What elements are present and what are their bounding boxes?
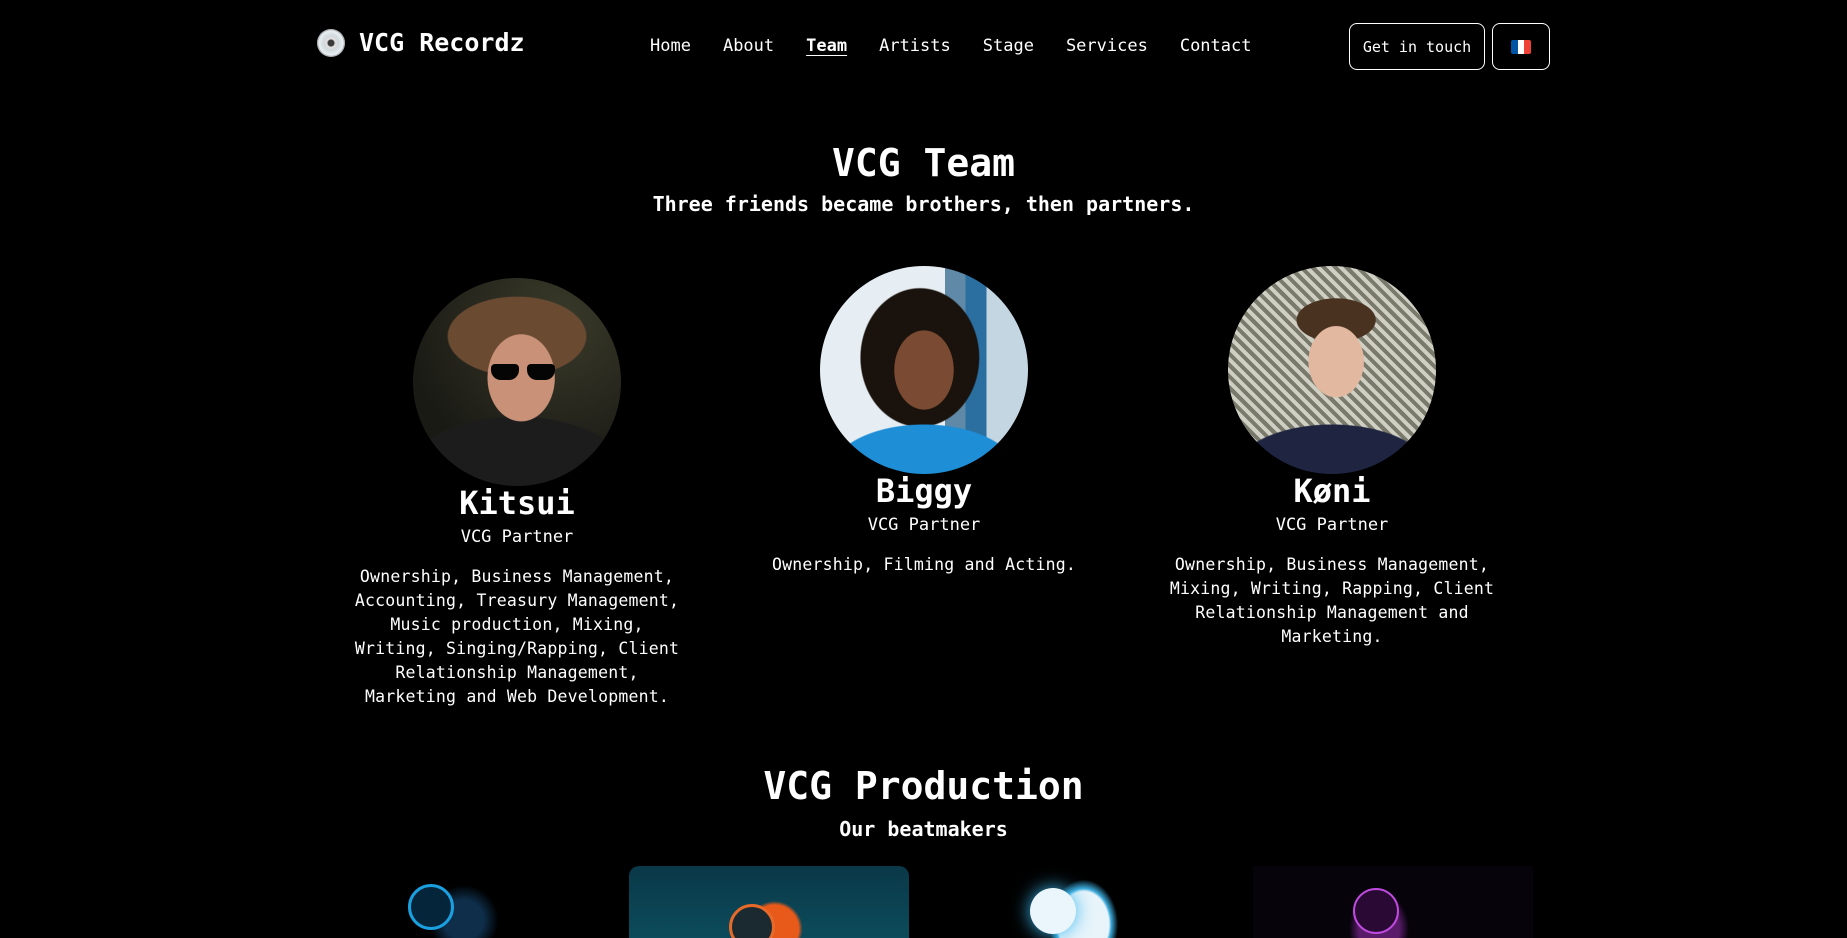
brand-logo[interactable]: VCG Recordz (317, 28, 525, 57)
production-subtitle: Our beatmakers (839, 817, 1008, 841)
page: VCG Recordz Home About Team Artists Stag… (0, 0, 1847, 938)
robot-head-icon (408, 884, 454, 930)
member-role: VCG Partner (867, 515, 981, 536)
robot-head-icon (729, 904, 775, 938)
member-description: Ownership, Business Management, Accounti… (354, 567, 680, 707)
team-title: VCG Team (831, 141, 1016, 185)
beatmaker-card[interactable] (629, 866, 909, 938)
nav-services[interactable]: Services (1066, 36, 1148, 56)
member-name: Køni (1293, 472, 1371, 510)
beatmaker-card[interactable] (318, 866, 598, 938)
production-title: VCG Production (763, 764, 1084, 808)
beatmaker-card[interactable] (1253, 866, 1533, 938)
member-name: Biggy (875, 472, 973, 510)
nav-artists[interactable]: Artists (879, 36, 951, 56)
nav-stage[interactable]: Stage (983, 36, 1034, 56)
avatar (1228, 266, 1436, 474)
team-member-koni: Køni VCG Partner Ownership, Business Man… (1142, 266, 1522, 649)
member-description: Ownership, Filming and Acting. (771, 555, 1076, 575)
beatmaker-card[interactable] (980, 866, 1260, 938)
nav-home[interactable]: Home (650, 36, 691, 56)
team-subtitle: Three friends became brothers, then part… (652, 192, 1195, 216)
sunglasses-icon (491, 364, 555, 380)
site-header: VCG Recordz Home About Team Artists Stag… (0, 0, 1847, 92)
brand-name: VCG Recordz (359, 28, 525, 57)
member-role: VCG Partner (1275, 515, 1389, 536)
member-description: Ownership, Business Management, Mixing, … (1169, 555, 1495, 647)
team-member-kitsui: Kitsui VCG Partner Ownership, Business M… (327, 278, 707, 709)
nav-about[interactable]: About (723, 36, 774, 56)
robot-head-icon (1030, 888, 1076, 934)
nav-contact[interactable]: Contact (1180, 36, 1252, 56)
avatar (413, 278, 621, 486)
team-member-biggy: Biggy VCG Partner Ownership, Filming and… (734, 266, 1114, 577)
avatar (820, 266, 1028, 474)
hooded-figure-icon (1353, 888, 1399, 934)
member-role: VCG Partner (460, 527, 574, 548)
language-switch-button[interactable] (1492, 23, 1550, 70)
nav-team[interactable]: Team (806, 36, 847, 56)
main-nav: Home About Team Artists Stage Services C… (650, 36, 1251, 56)
beatmakers-grid (318, 866, 1538, 938)
disc-icon (317, 28, 345, 57)
get-in-touch-button[interactable]: Get in touch (1349, 23, 1485, 70)
fr-flag-icon (1511, 39, 1531, 54)
member-name: Kitsui (459, 484, 575, 522)
